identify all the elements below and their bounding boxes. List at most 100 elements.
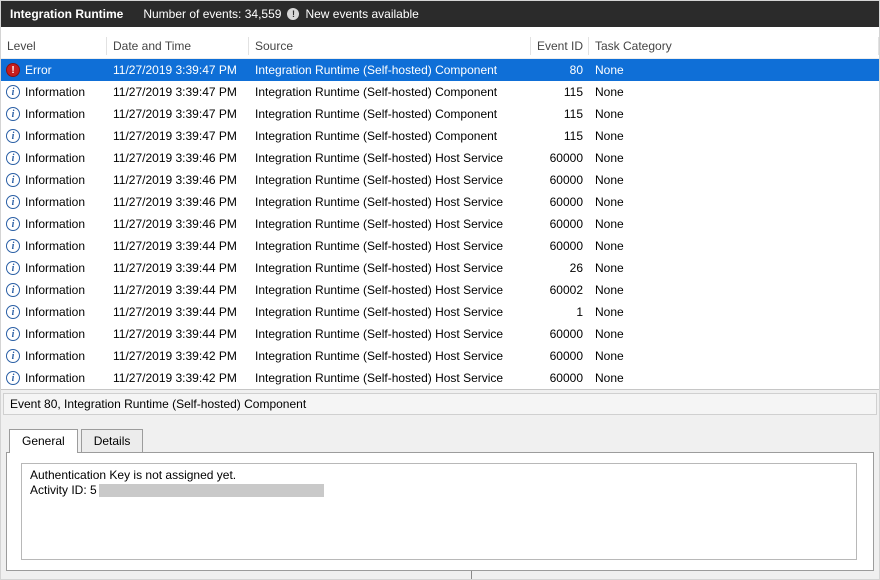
event-id-cell: 60000 bbox=[531, 151, 589, 165]
column-header-event-id[interactable]: Event ID bbox=[531, 37, 589, 55]
source-cell: Integration Runtime (Self-hosted) Compon… bbox=[249, 63, 531, 77]
source-cell: Integration Runtime (Self-hosted) Host S… bbox=[249, 349, 531, 363]
table-row[interactable]: i Information 11/27/2019 3:39:44 PMIntegra… bbox=[1, 323, 879, 345]
level-label: Information bbox=[25, 217, 85, 231]
source-cell: Integration Runtime (Self-hosted) Host S… bbox=[249, 371, 531, 385]
event-detail-pane: Event 80, Integration Runtime (Self-host… bbox=[1, 390, 879, 579]
table-row[interactable]: i Information 11/27/2019 3:39:44 PMIntegra… bbox=[1, 235, 879, 257]
table-row[interactable]: iInformation11/27/2019 3:39:44 PMIntegra… bbox=[1, 257, 879, 279]
event-id-cell: 60000 bbox=[531, 217, 589, 231]
tab-general[interactable]: General bbox=[9, 429, 78, 453]
information-icon: i bbox=[6, 305, 20, 319]
level-label: Information bbox=[25, 327, 85, 341]
information-icon: i bbox=[6, 217, 20, 231]
task-category-cell: None bbox=[589, 217, 879, 231]
table-row[interactable]: iInformation11/27/2019 3:39:44 PMIntegra… bbox=[1, 279, 879, 301]
source-cell: Integration Runtime (Self-hosted) Host S… bbox=[249, 327, 531, 341]
datetime-cell: 11/27/2019 3:39:44 PM bbox=[107, 305, 249, 319]
source-cell: Integration Runtime (Self-hosted) Host S… bbox=[249, 195, 531, 209]
datetime-cell: 11/27/2019 3:39:46 PM bbox=[107, 173, 249, 187]
information-icon: i bbox=[6, 239, 20, 253]
task-category-cell: None bbox=[589, 107, 879, 121]
level-label: Information bbox=[25, 283, 85, 297]
event-viewer-panel: Integration Runtime Number of events: 34… bbox=[0, 0, 880, 580]
table-row[interactable]: i Information 11/27/2019 3:39:46 PMIntegra… bbox=[1, 169, 879, 191]
level-label: Information bbox=[25, 371, 85, 385]
column-header-date-time[interactable]: Date and Time bbox=[107, 37, 249, 55]
exclamation-icon: ! bbox=[287, 8, 299, 20]
table-row[interactable]: iInformation11/27/2019 3:39:46 PMIntegra… bbox=[1, 147, 879, 169]
level-cell: iInformation bbox=[1, 129, 107, 143]
datetime-cell: 11/27/2019 3:39:46 PM bbox=[107, 217, 249, 231]
table-header-row: Level Date and Time Source Event ID Task… bbox=[1, 33, 879, 59]
event-message-box[interactable]: Authentication Key is not assigned yet. … bbox=[21, 463, 857, 560]
information-icon: i bbox=[6, 371, 20, 385]
event-id-cell: 115 bbox=[531, 107, 589, 121]
error-icon: ! bbox=[6, 63, 20, 77]
column-header-task-category[interactable]: Task Category bbox=[589, 37, 879, 55]
level-label: Information bbox=[25, 107, 85, 121]
source-cell: Integration Runtime (Self-hosted) Host S… bbox=[249, 239, 531, 253]
level-cell: iInformation bbox=[1, 283, 107, 297]
information-icon: i bbox=[6, 173, 20, 187]
table-row[interactable]: i Information 11/27/2019 3:39:42 PMIntegra… bbox=[1, 367, 879, 389]
information-icon: i bbox=[6, 195, 20, 209]
column-header-source[interactable]: Source bbox=[249, 37, 531, 55]
level-label: Information bbox=[25, 151, 85, 165]
event-message-line: Authentication Key is not assigned yet. bbox=[30, 468, 848, 483]
events-count-meta: Number of events: 34,559 ! New events av… bbox=[143, 7, 419, 21]
level-cell: i Information bbox=[1, 217, 107, 231]
level-cell: i Information bbox=[1, 107, 107, 121]
table-row[interactable]: !Error11/27/2019 3:39:47 PMIntegration R… bbox=[1, 59, 879, 81]
events-summary-bar: Integration Runtime Number of events: 34… bbox=[1, 1, 879, 27]
level-cell: iInformation bbox=[1, 261, 107, 275]
tab-details[interactable]: Details bbox=[81, 429, 144, 452]
new-events-text: New events available bbox=[305, 7, 418, 21]
datetime-cell: 11/27/2019 3:39:44 PM bbox=[107, 283, 249, 297]
table-row[interactable]: iInformation11/27/2019 3:39:47 PMIntegra… bbox=[1, 125, 879, 147]
task-category-cell: None bbox=[589, 63, 879, 77]
activity-id-label: Activity ID: 5 bbox=[30, 483, 97, 497]
datetime-cell: 11/27/2019 3:39:44 PM bbox=[107, 327, 249, 341]
task-category-cell: None bbox=[589, 195, 879, 209]
event-id-cell: 60000 bbox=[531, 349, 589, 363]
datetime-cell: 11/27/2019 3:39:47 PM bbox=[107, 107, 249, 121]
datetime-cell: 11/27/2019 3:39:42 PM bbox=[107, 349, 249, 363]
event-detail-title: Event 80, Integration Runtime (Self-host… bbox=[3, 393, 877, 415]
events-table: Level Date and Time Source Event ID Task… bbox=[1, 27, 879, 390]
table-row[interactable]: iInformation11/27/2019 3:39:47 PMIntegra… bbox=[1, 81, 879, 103]
task-category-cell: None bbox=[589, 283, 879, 297]
level-cell: i Information bbox=[1, 371, 107, 385]
table-row[interactable]: iInformation11/27/2019 3:39:42 PMIntegra… bbox=[1, 345, 879, 367]
pane-splitter[interactable] bbox=[471, 571, 472, 579]
source-cell: Integration Runtime (Self-hosted) Host S… bbox=[249, 151, 531, 165]
level-label: Information bbox=[25, 349, 85, 363]
information-icon: i bbox=[6, 107, 20, 121]
table-row[interactable]: iInformation11/27/2019 3:39:46 PMIntegra… bbox=[1, 191, 879, 213]
level-label: Information bbox=[25, 239, 85, 253]
redacted-value bbox=[99, 484, 324, 497]
table-row[interactable]: iInformation11/27/2019 3:39:44 PMIntegra… bbox=[1, 301, 879, 323]
task-category-cell: None bbox=[589, 305, 879, 319]
source-cell: Integration Runtime (Self-hosted) Host S… bbox=[249, 217, 531, 231]
datetime-cell: 11/27/2019 3:39:42 PM bbox=[107, 371, 249, 385]
table-row[interactable]: i Information 11/27/2019 3:39:46 PMIntegra… bbox=[1, 213, 879, 235]
detail-tabs: General Details bbox=[9, 429, 879, 452]
source-cell: Integration Runtime (Self-hosted) Host S… bbox=[249, 305, 531, 319]
information-icon: i bbox=[6, 327, 20, 341]
event-id-cell: 60002 bbox=[531, 283, 589, 297]
level-label: Information bbox=[25, 173, 85, 187]
datetime-cell: 11/27/2019 3:39:47 PM bbox=[107, 129, 249, 143]
event-table-body: !Error11/27/2019 3:39:47 PMIntegration R… bbox=[1, 59, 879, 389]
activity-id-line: Activity ID: 5 bbox=[30, 483, 848, 498]
event-id-cell: 60000 bbox=[531, 173, 589, 187]
event-id-cell: 60000 bbox=[531, 239, 589, 253]
column-header-level[interactable]: Level bbox=[1, 37, 107, 55]
datetime-cell: 11/27/2019 3:39:44 PM bbox=[107, 239, 249, 253]
source-cell: Integration Runtime (Self-hosted) Host S… bbox=[249, 261, 531, 275]
source-cell: Integration Runtime (Self-hosted) Host S… bbox=[249, 173, 531, 187]
table-row[interactable]: iInformation11/27/2019 3:39:47 PMIntegra… bbox=[1, 103, 879, 125]
datetime-cell: 11/27/2019 3:39:47 PM bbox=[107, 85, 249, 99]
task-category-cell: None bbox=[589, 239, 879, 253]
log-title: Integration Runtime bbox=[10, 7, 123, 21]
